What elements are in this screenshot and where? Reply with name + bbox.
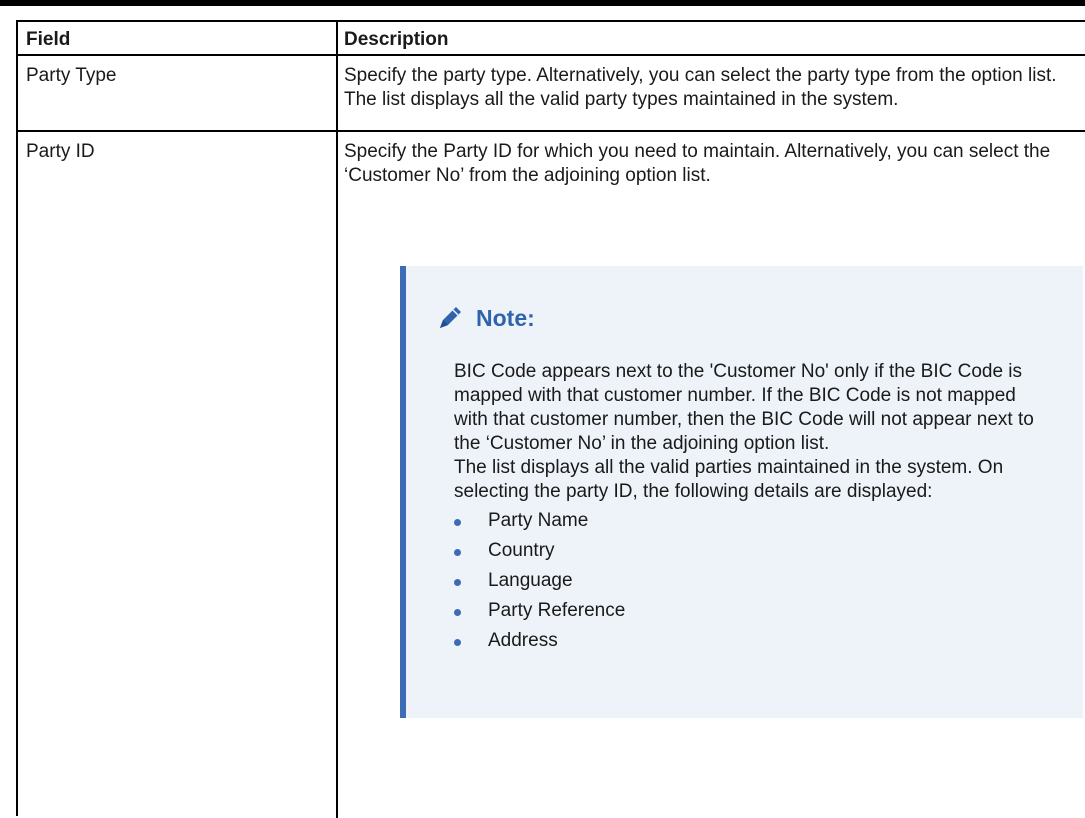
- pencil-icon: [434, 302, 466, 334]
- row-divider: [18, 54, 1085, 56]
- list-item: Language: [454, 566, 1054, 596]
- note-title: Note:: [476, 304, 535, 331]
- list-item-label: Party Name: [488, 510, 589, 531]
- list-item: Address: [454, 626, 1054, 656]
- column-divider: [336, 22, 338, 818]
- list-item-label: Party Reference: [488, 600, 626, 621]
- header-description: Description: [344, 29, 449, 50]
- top-rule: [0, 0, 1085, 6]
- note-body: BIC Code appears next to the 'Customer N…: [454, 360, 1054, 656]
- bullet-dot: [454, 609, 461, 616]
- bullet-dot: [454, 579, 461, 586]
- note-paragraph-1: BIC Code appears next to the 'Customer N…: [454, 361, 1034, 454]
- bullet-dot: [454, 549, 461, 556]
- header-field: Field: [26, 29, 71, 50]
- note-paragraph-2: The list displays all the valid parties …: [454, 457, 1004, 502]
- list-item-label: Address: [488, 630, 558, 651]
- row-party-type-field: Party Type: [26, 65, 117, 86]
- list-item-label: Country: [488, 540, 555, 561]
- bullet-dot: [454, 639, 461, 646]
- row-party-id-description: Specify the Party ID for which you need …: [344, 141, 1051, 186]
- list-item-label: Language: [488, 570, 573, 591]
- row-party-id-field: Party ID: [26, 141, 95, 162]
- list-item: Party Name: [454, 506, 1054, 536]
- note-bullet-list: Party Name Country Language Party Refere…: [454, 506, 1054, 656]
- bullet-dot: [454, 519, 461, 526]
- list-item: Country: [454, 536, 1054, 566]
- note-header: Note:: [434, 302, 535, 334]
- list-item: Party Reference: [454, 596, 1054, 626]
- note-callout: Note: BIC Code appears next to the 'Cust…: [400, 266, 1083, 718]
- row-party-type-description: Specify the party type. Alternatively, y…: [344, 65, 1057, 110]
- row-divider: [18, 130, 1085, 132]
